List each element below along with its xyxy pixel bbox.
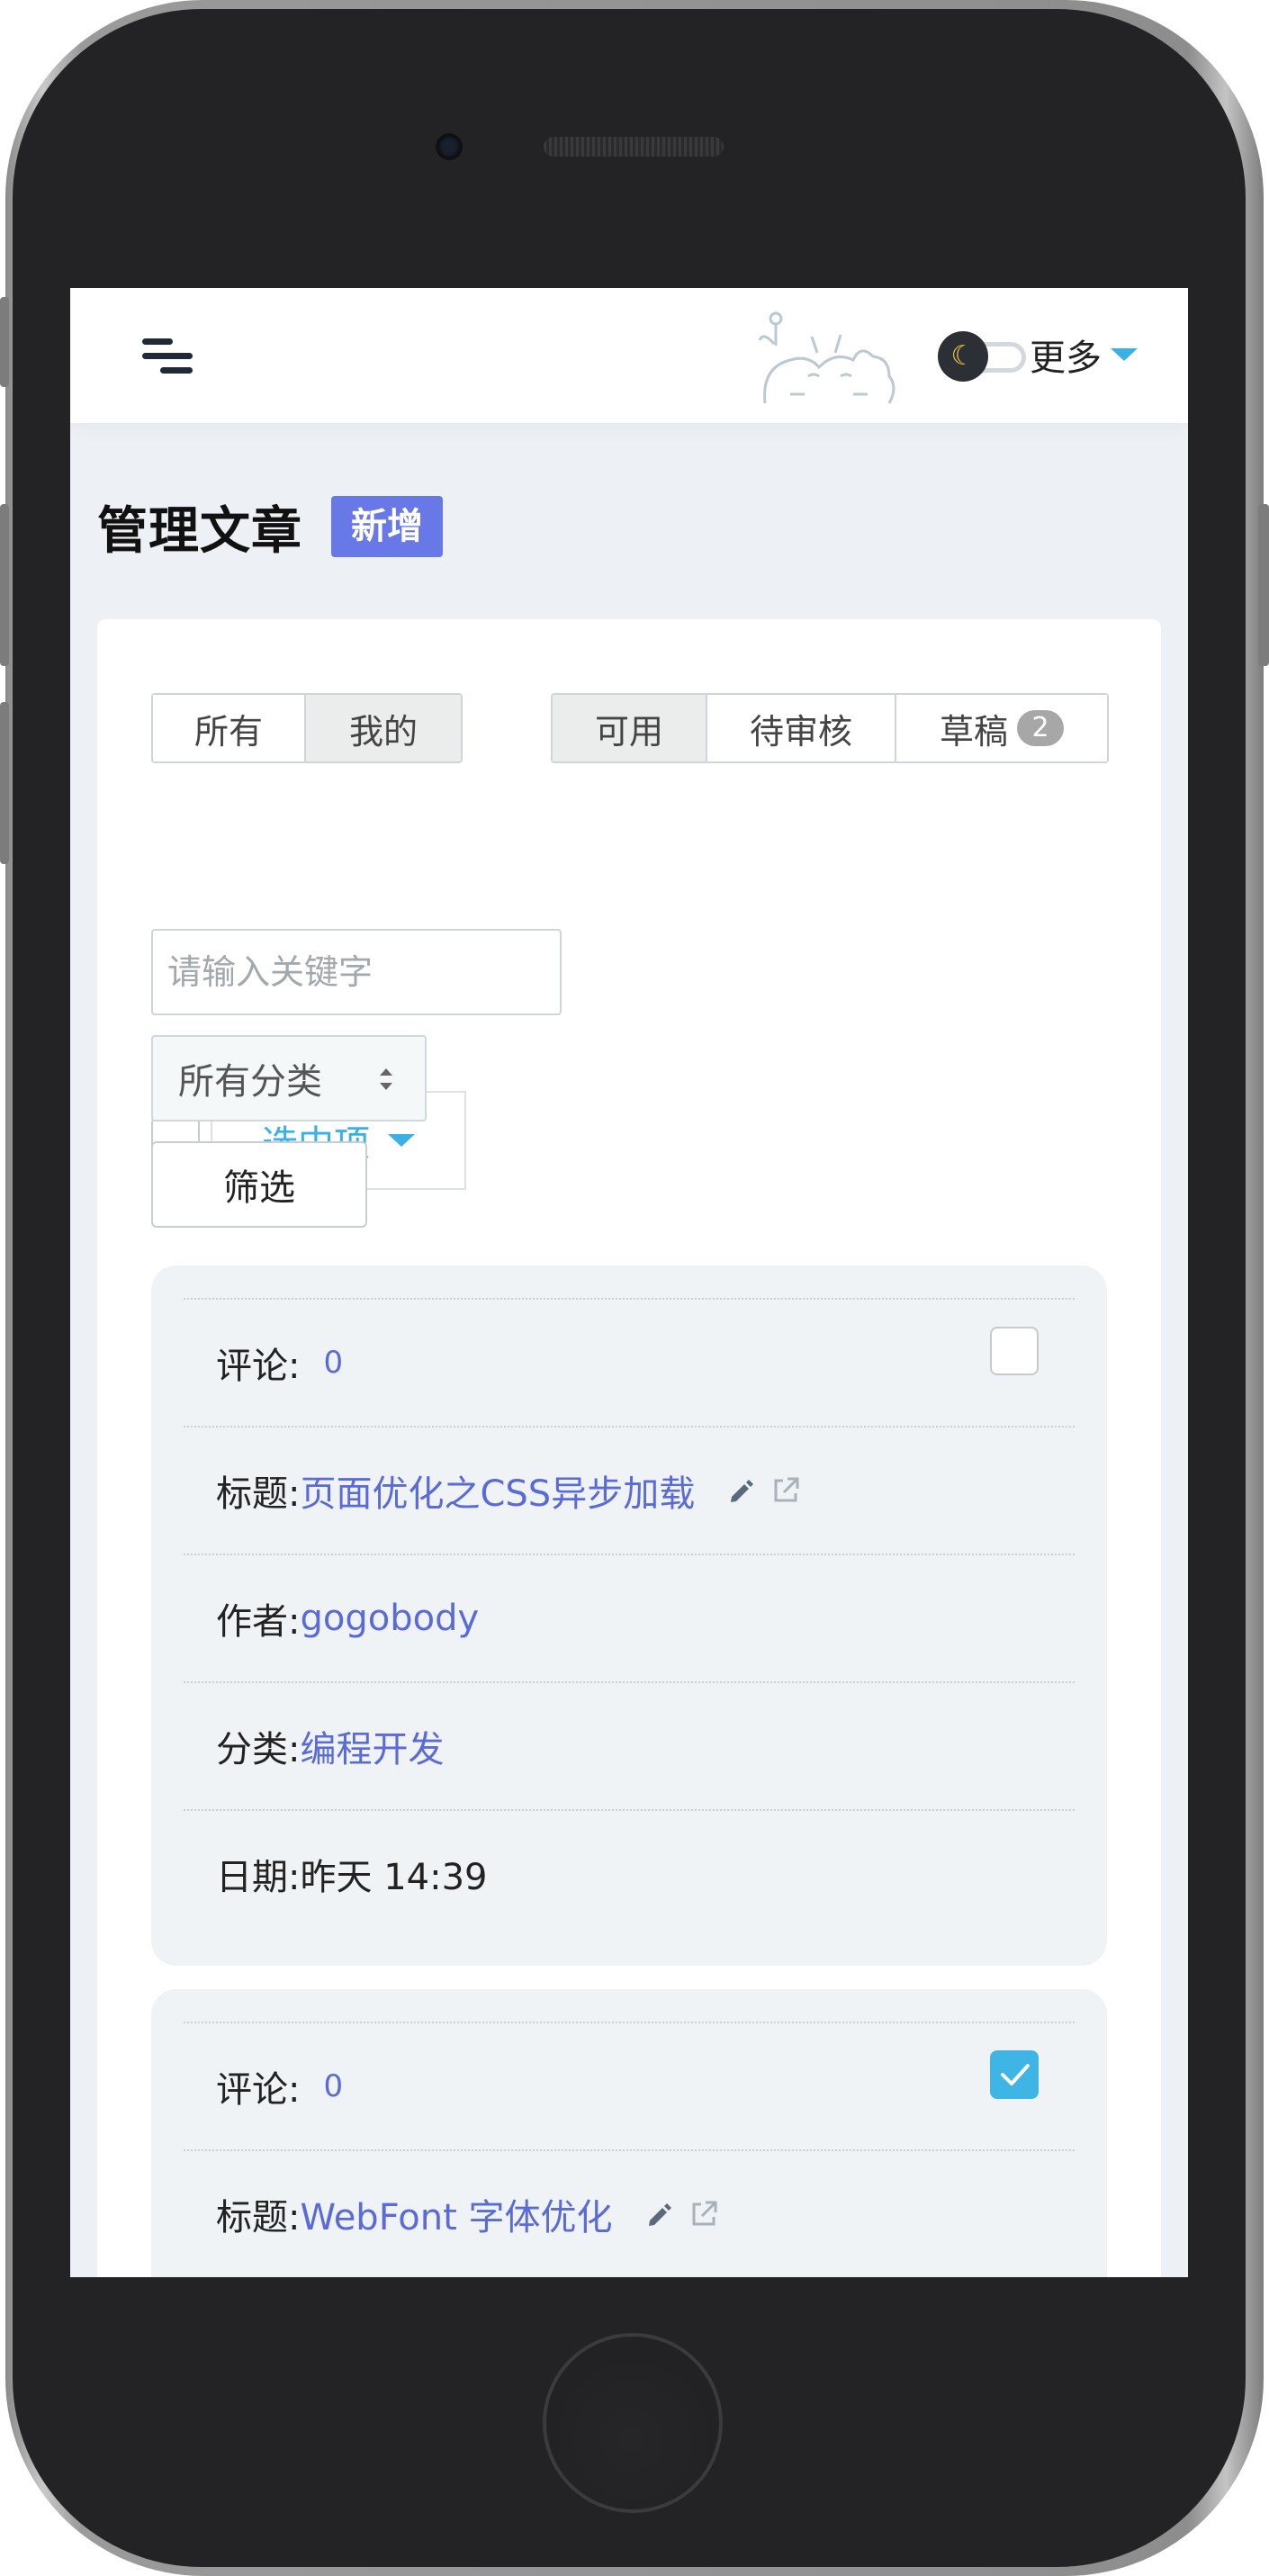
draft-count-badge: 2 [1017,710,1064,746]
post-date: 昨天 14:39 [300,1857,488,1898]
title-label: 标题: [216,2197,301,2238]
checkmark-icon [1001,2064,1030,2085]
tab-label: 待审核 [749,711,852,752]
status-tabs: 可用 待审核 草稿 2 [551,693,1109,763]
sort-arrows-icon [380,1068,392,1090]
title-row: 标题: WebFont 字体优化 [184,2149,1075,2277]
comments-label: 评论: [216,2069,301,2111]
comments-row: 评论: 0 [184,2022,1075,2149]
page-header: 管理文章 新增 [97,495,443,561]
title-actions [711,1475,801,1506]
comments-row: 评论: 0 [184,1298,1075,1426]
menu-icon[interactable] [140,331,196,382]
volume-up-button [0,504,9,666]
keyword-search-input[interactable] [151,929,562,1015]
chevron-down-icon [388,1134,415,1147]
title-row: 标题: 页面优化之CSS异步加载 [184,1426,1075,1554]
date-label: 日期: [216,1857,301,1898]
category-select[interactable]: 所有分类 [151,1035,427,1121]
post-card: 评论: 0 标题: WebFont 字体优化 [151,1989,1107,2277]
more-menu[interactable]: 更多 [1030,329,1138,380]
screen: ☾ 更多 管理文章 新增 所有 我的 可用 待审核 草稿 2 请输入关键字 所有… [70,288,1188,2277]
moon-icon: ☾ [938,331,988,382]
add-post-button[interactable]: 新增 [331,496,443,557]
tab-mine[interactable]: 我的 [306,695,461,761]
pencil-icon[interactable] [727,1477,754,1504]
page-title: 管理文章 [97,501,302,561]
title-label: 标题: [216,1473,301,1515]
volume-down-button [0,702,9,864]
post-select-checkbox[interactable] [990,1327,1039,1375]
more-menu-label: 更多 [1030,338,1102,379]
tab-label: 可用 [594,711,663,752]
tab-all[interactable]: 所有 [153,695,306,761]
front-camera [436,133,463,160]
tab-label: 我的 [348,711,418,752]
comments-count[interactable]: 0 [323,2068,343,2104]
earpiece-speaker [544,137,724,157]
filter-button[interactable]: 筛选 [151,1141,367,1228]
top-bar: ☾ 更多 [70,288,1188,423]
post-title-link[interactable]: 页面优化之CSS异步加载 [300,1464,695,1517]
tab-label: 草稿 [939,711,1008,752]
author-row: 作者: gogobody [184,1554,1075,1681]
tab-drafts[interactable]: 草稿 2 [896,695,1107,761]
date-row: 日期: 昨天 14:39 [184,1809,1075,1937]
tab-pending-review[interactable]: 待审核 [707,695,896,761]
tab-available[interactable]: 可用 [553,695,707,761]
category-label: 分类: [216,1729,301,1770]
category-row: 分类: 编程开发 [184,1681,1075,1809]
post-select-checkbox[interactable] [990,2050,1039,2099]
tab-label: 所有 [194,711,263,752]
scope-tabs: 所有 我的 [151,693,463,763]
category-link[interactable]: 编程开发 [300,1720,444,1772]
pencil-icon[interactable] [645,2201,672,2228]
filter-button-label: 筛选 [223,1167,295,1209]
author-label: 作者: [216,1601,301,1643]
comments-count[interactable]: 0 [323,1345,343,1381]
power-button [1258,504,1269,666]
post-title-link[interactable]: WebFont 字体优化 [300,2188,612,2240]
external-link-icon[interactable] [688,2199,719,2229]
external-link-icon[interactable] [770,1475,801,1506]
title-actions [629,2199,719,2229]
mute-switch [0,297,9,387]
chevron-down-icon [1111,348,1138,361]
post-card: 评论: 0 标题: 页面优化之CSS异步加载 作者: gogobody 分类: … [151,1265,1107,1966]
comments-label: 评论: [216,1346,301,1387]
author-link[interactable]: gogobody [300,1598,479,1639]
home-button[interactable] [543,2333,723,2513]
category-select-value: 所有分类 [178,1061,322,1103]
